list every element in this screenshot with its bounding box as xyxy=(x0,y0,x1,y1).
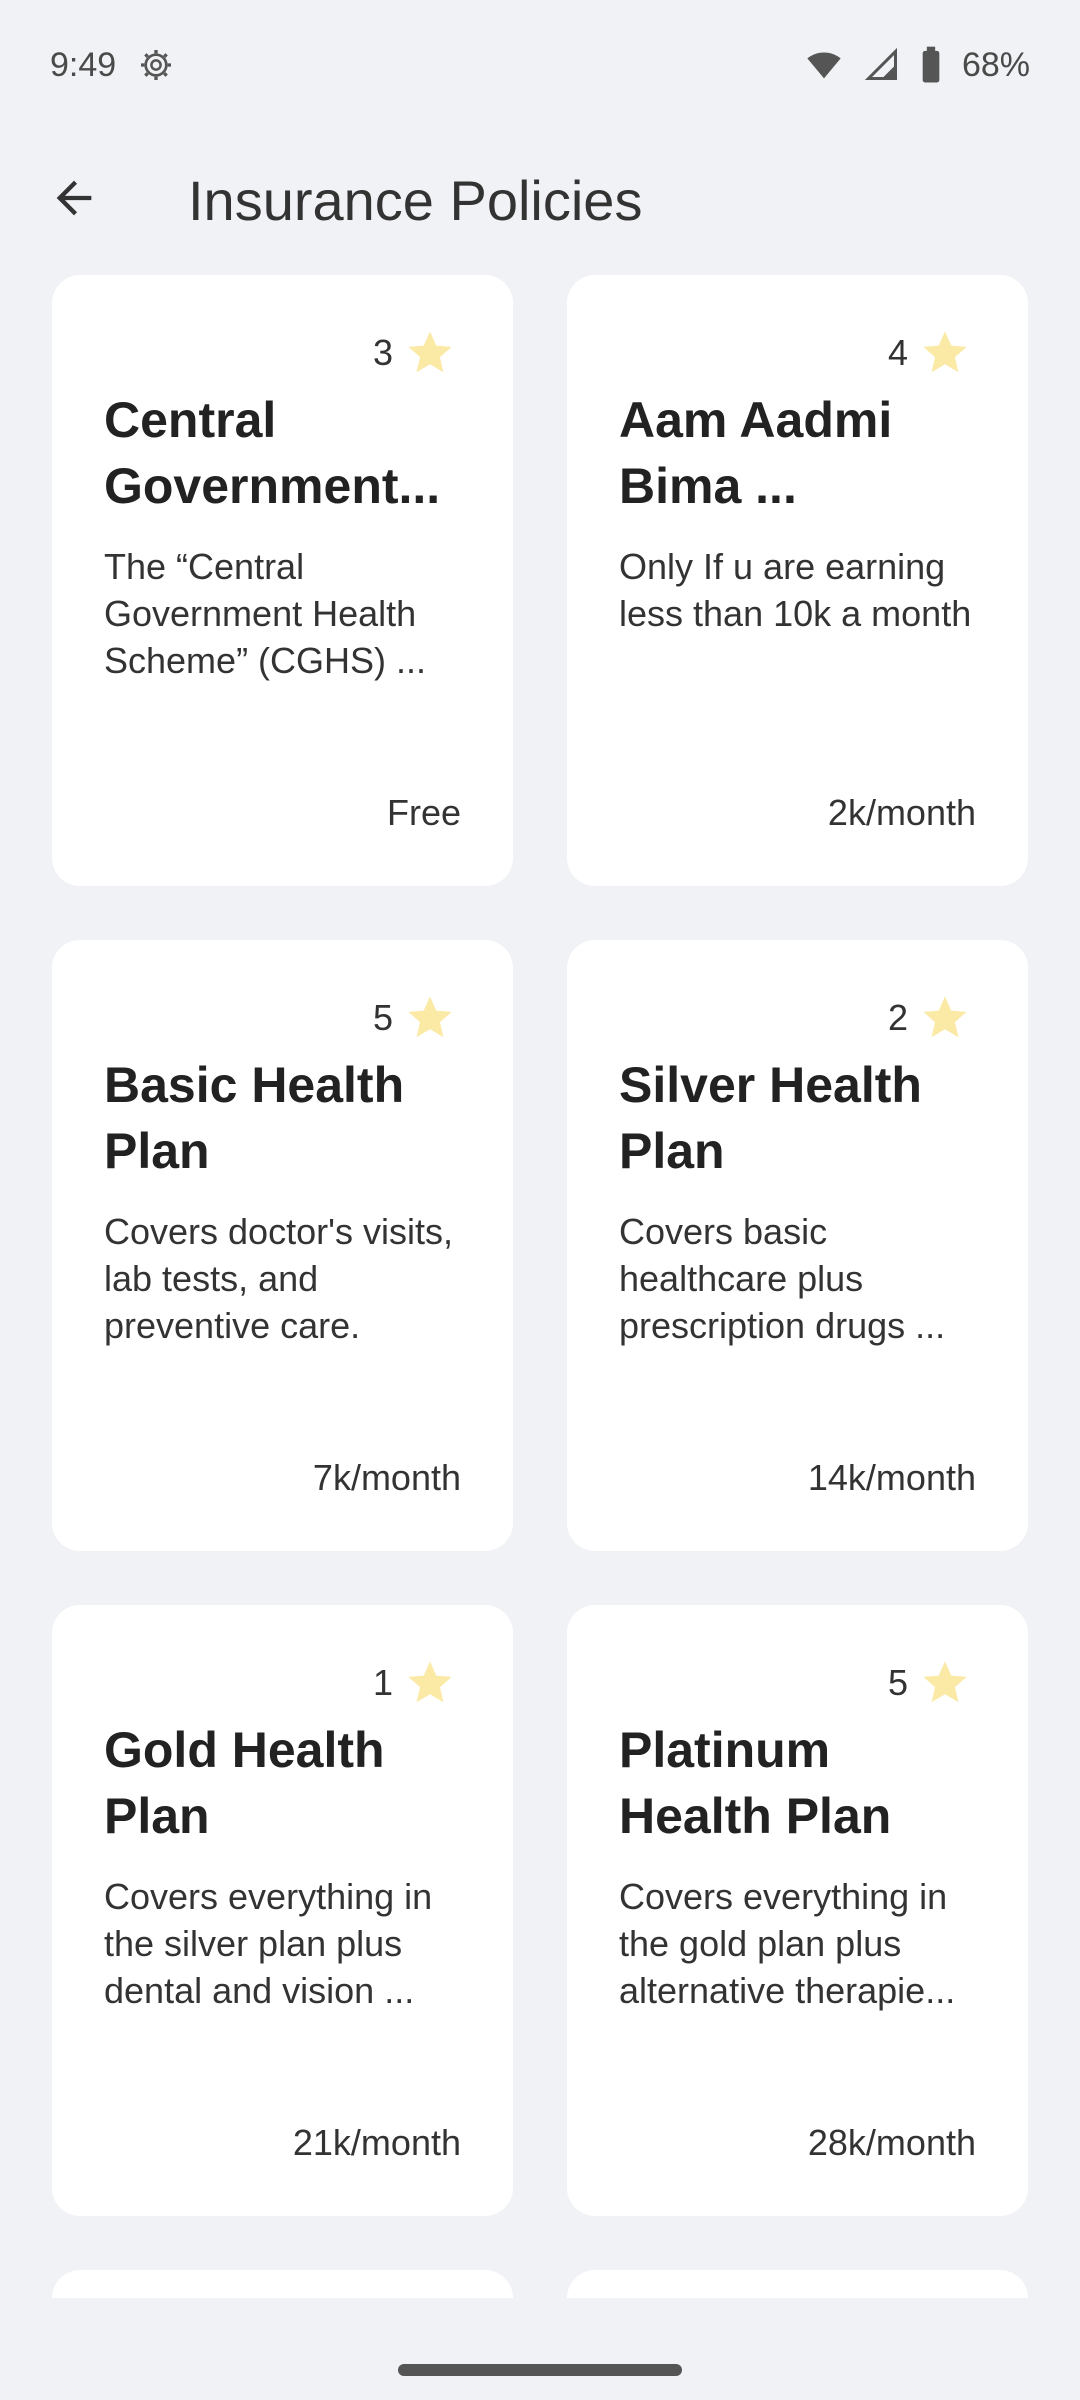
policy-title: Central Government... xyxy=(104,392,441,514)
policy-rating: 3 xyxy=(373,327,457,379)
policy-card[interactable]: 5 Basic Health Plan Covers doctor's visi… xyxy=(52,940,513,1551)
page-title: Insurance Policies xyxy=(188,168,643,232)
policy-title: Basic Health Plan xyxy=(104,1057,405,1179)
policy-grid: 3 Central Government... The “Central Gov… xyxy=(52,275,1028,2298)
policy-description: Covers everything in the gold plan plus … xyxy=(619,1876,956,2011)
settings-gear-icon xyxy=(136,45,176,85)
star-icon xyxy=(403,992,457,1044)
policy-card[interactable]: 5 Platinum Health Plan Covers everything… xyxy=(567,1605,1028,2216)
policy-card[interactable]: 2 Silver Health Plan Covers basic health… xyxy=(567,940,1028,1551)
app-bar: Insurance Policies xyxy=(0,140,1080,260)
policy-rating: 2 xyxy=(888,992,972,1044)
star-icon xyxy=(403,327,457,379)
policy-price: 7k/month xyxy=(312,1457,461,1498)
status-left: 9:49 xyxy=(50,45,176,85)
signal-icon xyxy=(864,45,900,85)
status-right: 68% xyxy=(804,45,1030,85)
back-button[interactable] xyxy=(14,140,134,260)
rating-value: 1 xyxy=(372,1662,393,1703)
star-icon xyxy=(918,1657,972,1709)
status-time: 9:49 xyxy=(50,45,117,84)
policy-rating: 5 xyxy=(373,992,457,1044)
policy-card-partial[interactable] xyxy=(567,2270,1028,2298)
policy-description: Covers everything in the silver plan plu… xyxy=(104,1876,433,2011)
policy-rating: 4 xyxy=(888,327,972,379)
policy-title: Silver Health Plan xyxy=(619,1057,922,1179)
battery-icon xyxy=(920,45,942,85)
policy-price: Free xyxy=(386,792,461,833)
policy-rating: 5 xyxy=(888,1657,972,1709)
rating-value: 5 xyxy=(372,997,393,1038)
policy-description: Only If u are earning less than 10k a mo… xyxy=(619,546,972,634)
policy-rating: 1 xyxy=(373,1657,457,1709)
star-icon xyxy=(403,1657,457,1709)
wifi-icon xyxy=(804,45,844,85)
star-icon xyxy=(918,327,972,379)
navigation-gesture-bar[interactable] xyxy=(398,2364,682,2376)
star-icon xyxy=(918,992,972,1044)
rating-value: 2 xyxy=(887,997,908,1038)
policy-title: Aam Aadmi Bima ... xyxy=(619,392,893,514)
policy-card-partial[interactable] xyxy=(52,2270,513,2298)
policy-title: Platinum Health Plan xyxy=(619,1722,892,1844)
policy-description: The “Central Government Health Scheme” (… xyxy=(104,546,427,681)
policy-card[interactable]: 4 Aam Aadmi Bima ... Only If u are earni… xyxy=(567,275,1028,886)
policy-price: 28k/month xyxy=(807,2122,976,2163)
policy-description: Covers basic healthcare plus prescriptio… xyxy=(619,1211,946,1346)
policy-description: Covers doctor's visits, lab tests, and p… xyxy=(104,1211,453,1346)
policy-price: 21k/month xyxy=(292,2122,461,2163)
policy-card[interactable]: 3 Central Government... The “Central Gov… xyxy=(52,275,513,886)
policy-price: 2k/month xyxy=(827,792,976,833)
policy-title: Gold Health Plan xyxy=(104,1722,385,1844)
battery-percentage: 68% xyxy=(961,45,1030,84)
policy-card[interactable]: 1 Gold Health Plan Covers everything in … xyxy=(52,1605,513,2216)
rating-value: 3 xyxy=(372,332,393,373)
rating-value: 4 xyxy=(887,332,908,373)
policy-price: 14k/month xyxy=(807,1457,976,1498)
arrow-back-icon xyxy=(48,172,100,229)
rating-value: 5 xyxy=(887,1662,908,1703)
status-bar: 9:49 68% xyxy=(0,0,1080,130)
